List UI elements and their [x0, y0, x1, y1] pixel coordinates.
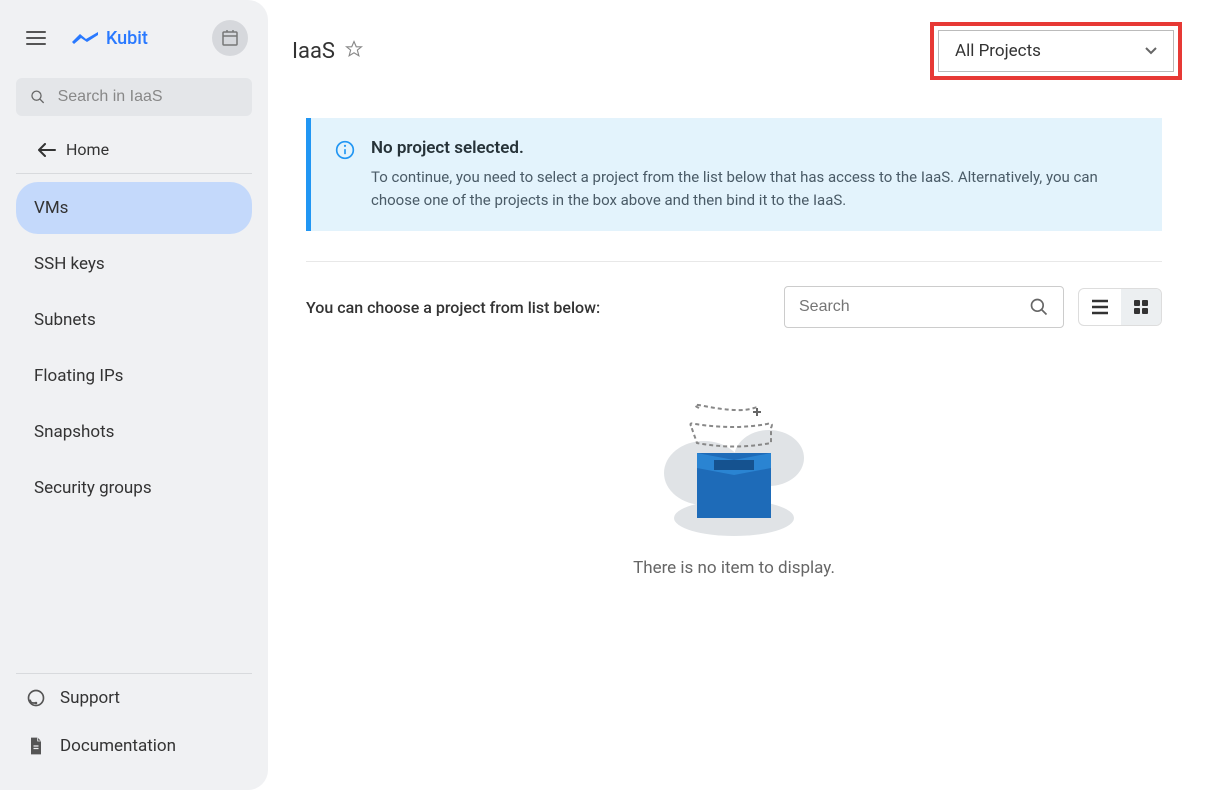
list-view-icon: [1091, 299, 1109, 315]
documentation-label: Documentation: [60, 736, 176, 756]
page-title: IaaS: [292, 39, 335, 64]
main: IaaS All Projects No project selected. T…: [268, 0, 1206, 790]
info-banner-title: No project selected.: [371, 138, 1138, 158]
favorite-button[interactable]: [345, 40, 363, 62]
sidebar-item-ssh-keys[interactable]: SSH keys: [16, 238, 252, 290]
empty-box-icon: [659, 398, 809, 538]
star-icon: [345, 40, 363, 58]
sidebar-item-snapshots[interactable]: Snapshots: [16, 406, 252, 458]
chevron-down-icon: [1145, 47, 1157, 55]
view-toggle: [1078, 288, 1162, 326]
project-selector-highlight: All Projects: [930, 22, 1182, 80]
info-icon: [335, 140, 355, 211]
empty-text: There is no item to display.: [633, 558, 835, 578]
support-label: Support: [60, 688, 120, 708]
search-icon: [1029, 297, 1049, 317]
main-header: IaaS All Projects: [280, 0, 1206, 98]
content: No project selected. To continue, you ne…: [286, 98, 1182, 678]
hamburger-icon[interactable]: [20, 25, 52, 51]
search-icon: [30, 88, 46, 106]
sidebar: Kubit Home VMs SSH keys Subnets Floating…: [0, 0, 268, 790]
home-link[interactable]: Home: [16, 126, 252, 174]
sidebar-search-input[interactable]: [58, 88, 238, 106]
project-search-input[interactable]: [799, 298, 1029, 316]
nav-items: VMs SSH keys Subnets Floating IPs Snapsh…: [0, 182, 268, 673]
sidebar-footer: Support Documentation: [16, 673, 252, 770]
sidebar-item-subnets[interactable]: Subnets: [16, 294, 252, 346]
list-prompt: You can choose a project from list below…: [306, 298, 600, 317]
document-icon: [26, 736, 46, 756]
info-banner: No project selected. To continue, you ne…: [306, 118, 1162, 231]
project-selector[interactable]: All Projects: [938, 30, 1174, 72]
calendar-button[interactable]: [212, 20, 248, 56]
grid-view-button[interactable]: [1121, 289, 1161, 325]
calendar-icon: [221, 29, 239, 47]
info-banner-text: To continue, you need to select a projec…: [371, 166, 1138, 211]
project-selector-label: All Projects: [955, 41, 1041, 61]
documentation-link[interactable]: Documentation: [16, 722, 252, 770]
home-label: Home: [66, 140, 109, 159]
sidebar-item-vms[interactable]: VMs: [16, 182, 252, 234]
support-icon: [26, 688, 46, 708]
sidebar-item-floating-ips[interactable]: Floating IPs: [16, 350, 252, 402]
empty-state: There is no item to display.: [306, 358, 1162, 658]
brand-name: Kubit: [106, 28, 148, 49]
project-search[interactable]: [784, 286, 1064, 328]
support-link[interactable]: Support: [16, 674, 252, 722]
sidebar-search[interactable]: [16, 78, 252, 116]
sidebar-item-security-groups[interactable]: Security groups: [16, 462, 252, 514]
list-view-button[interactable]: [1079, 289, 1121, 325]
arrow-left-icon: [38, 143, 56, 157]
list-header: You can choose a project from list below…: [306, 261, 1162, 328]
grid-view-icon: [1133, 299, 1149, 315]
sidebar-header: Kubit: [0, 0, 268, 68]
info-banner-body: No project selected. To continue, you ne…: [371, 138, 1138, 211]
brand-logo-icon: [72, 32, 98, 44]
brand[interactable]: Kubit: [72, 28, 148, 49]
